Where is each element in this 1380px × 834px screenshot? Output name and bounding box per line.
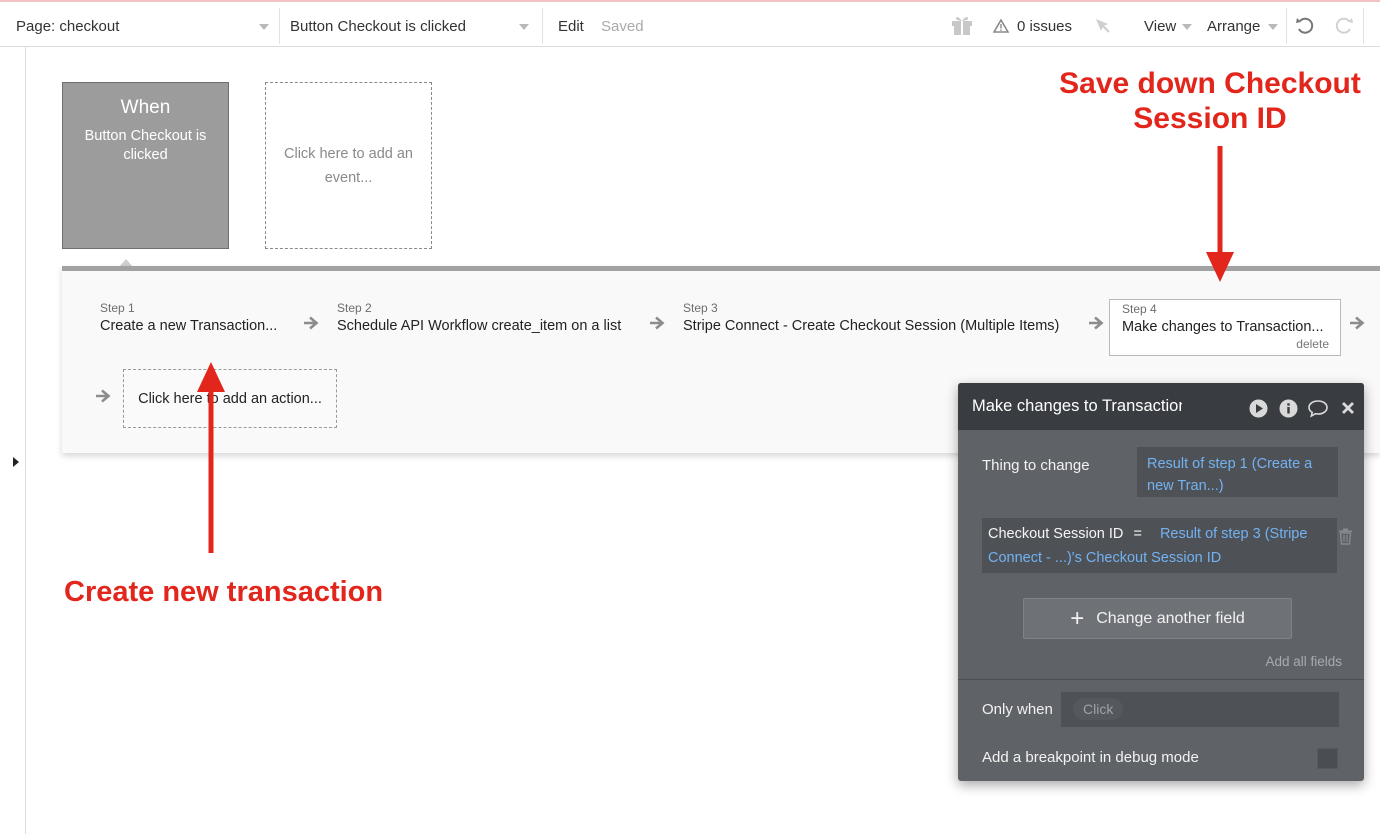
only-when-input[interactable]: Click xyxy=(1061,692,1339,727)
event-when-card[interactable]: When Button Checkout is clicked xyxy=(62,82,229,249)
view-menu[interactable]: View xyxy=(1144,4,1176,48)
event-selector-chevron-down-icon[interactable] xyxy=(519,24,529,30)
add-all-fields-link[interactable]: Add all fields xyxy=(1265,654,1342,669)
add-action-placeholder[interactable]: Click here to add an action... xyxy=(123,369,337,428)
event-when-subtitle: Button Checkout is clicked xyxy=(84,128,207,163)
arrange-menu[interactable]: Arrange xyxy=(1207,4,1260,48)
arrange-chevron-down-icon[interactable] xyxy=(1268,24,1278,30)
breakpoint-checkbox[interactable] xyxy=(1317,748,1338,769)
workflow-step-3[interactable]: Step 3 Stripe Connect - Create Checkout … xyxy=(683,301,1059,334)
step-number: Step 3 xyxy=(683,301,718,315)
annotation-arrow-down-icon xyxy=(1206,146,1234,282)
workflow-step-4-selected[interactable]: Step 4 Make changes to Transaction... de… xyxy=(1109,299,1341,356)
breakpoint-label: Add a breakpoint in debug mode xyxy=(982,749,1199,766)
step-arrow-icon xyxy=(304,316,319,330)
page-selector-label: Page: checkout xyxy=(16,17,120,35)
field-operator: = xyxy=(1133,526,1142,542)
annotation-create-transaction-text: Create new transaction xyxy=(64,576,384,608)
toolbar-divider xyxy=(542,8,543,44)
step-arrow-icon xyxy=(96,389,111,403)
event-selector[interactable]: Button Checkout is clicked xyxy=(290,4,466,48)
step-arrow-icon xyxy=(650,316,665,330)
issues-count[interactable]: 0 issues xyxy=(1017,4,1072,48)
thing-to-change-value: Result of step 1 (Create a new Tran...) xyxy=(1147,456,1313,494)
step-label: Schedule API Workflow create_item on a l… xyxy=(337,318,622,334)
event-when-title: When xyxy=(120,97,171,118)
property-editor-divider xyxy=(958,679,1364,680)
page-selector-chevron-down-icon[interactable] xyxy=(259,24,269,30)
event-selector-label: Button Checkout is clicked xyxy=(290,17,466,35)
plus-icon: + xyxy=(1070,604,1085,632)
only-when-click-pill[interactable]: Click xyxy=(1073,698,1124,720)
step-label: Make changes to Transaction... xyxy=(1122,319,1324,335)
workflow-step-1[interactable]: Step 1 Create a new Transaction... xyxy=(100,301,277,334)
page-selector[interactable]: Page: checkout xyxy=(16,4,119,48)
field-assignment-row[interactable]: Checkout Session ID = Result of step 3 (… xyxy=(982,518,1337,573)
undo-icon[interactable] xyxy=(1295,16,1315,36)
property-editor-header[interactable]: Make changes to Transaction... xyxy=(958,383,1364,430)
thing-to-change-label: Thing to change xyxy=(982,457,1090,474)
step-number: Step 4 xyxy=(1122,302,1157,316)
annotation-create-transaction: Create new transaction xyxy=(64,575,383,609)
issues-label: 0 issues xyxy=(1017,17,1073,35)
info-icon[interactable] xyxy=(1279,399,1298,418)
close-icon[interactable] xyxy=(1341,401,1355,415)
add-action-label: Click here to add an action... xyxy=(138,390,322,407)
action-property-editor: Make changes to Transaction... Thing to … xyxy=(958,383,1364,781)
change-another-field-button[interactable]: + Change another field xyxy=(1023,598,1292,639)
view-chevron-down-icon[interactable] xyxy=(1182,24,1192,30)
field-name: Checkout Session ID xyxy=(988,526,1124,542)
edit-label: Edit xyxy=(558,17,584,35)
sidebar-expand-caret-icon[interactable] xyxy=(13,457,19,467)
run-play-icon[interactable] xyxy=(1249,399,1268,418)
gift-icon[interactable] xyxy=(950,14,974,36)
step-arrow-icon xyxy=(1350,316,1365,330)
trash-icon[interactable] xyxy=(1338,528,1353,545)
arrange-label: Arrange xyxy=(1207,17,1261,35)
saved-status: Saved xyxy=(601,4,644,48)
toolbar-divider xyxy=(279,8,280,44)
inspect-cursor-icon[interactable] xyxy=(1094,17,1112,35)
annotation-save-session-line2: Session ID xyxy=(1133,102,1287,135)
step-delete-link[interactable]: delete xyxy=(1296,337,1329,351)
thing-to-change-dropdown[interactable]: Result of step 1 (Create a new Tran...) xyxy=(1137,447,1338,497)
warning-icon[interactable] xyxy=(993,19,1009,33)
annotation-save-session-line1: Save down Checkout xyxy=(1059,67,1361,100)
canvas-left-border xyxy=(25,47,26,834)
annotation-arrow-up-icon xyxy=(197,362,225,553)
edit-menu[interactable]: Edit xyxy=(558,4,584,48)
toolbar-divider xyxy=(1286,8,1287,44)
step-label: Create a new Transaction... xyxy=(100,318,278,334)
step-label: Stripe Connect - Create Checkout Session… xyxy=(683,318,1060,334)
step-number: Step 2 xyxy=(337,301,372,315)
toolbar-divider xyxy=(1363,8,1364,44)
top-toolbar: Page: checkout Button Checkout is clicke… xyxy=(0,0,1380,47)
step-arrow-icon xyxy=(1089,316,1104,330)
redo-icon[interactable] xyxy=(1334,16,1354,36)
workflow-step-2[interactable]: Step 2 Schedule API Workflow create_item… xyxy=(337,301,621,334)
step-number: Step 1 xyxy=(100,301,135,315)
add-event-placeholder[interactable]: Click here to add an event... xyxy=(265,82,432,249)
view-label: View xyxy=(1144,17,1177,35)
only-when-label: Only when xyxy=(982,701,1053,718)
property-editor-title: Make changes to Transaction... xyxy=(972,397,1182,415)
comment-icon[interactable] xyxy=(1307,399,1329,418)
add-event-label: Click here to add an event... xyxy=(284,145,413,186)
annotation-save-session: Save down Checkout Session ID xyxy=(1040,66,1380,136)
change-another-field-label: Change another field xyxy=(1096,609,1245,627)
saved-label: Saved xyxy=(601,17,644,35)
